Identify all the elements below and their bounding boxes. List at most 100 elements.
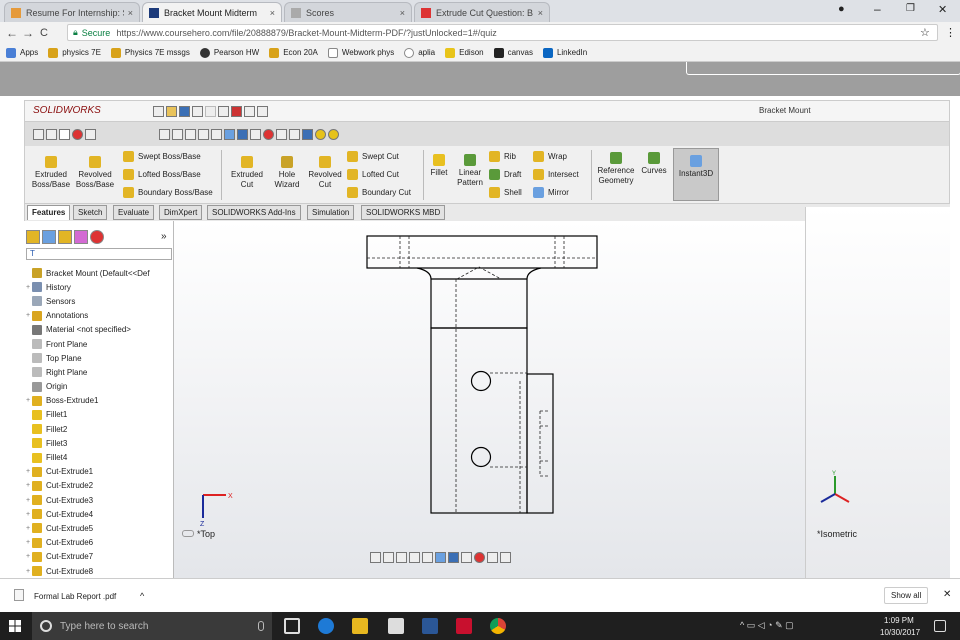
tree-item[interactable]: Origin	[26, 380, 172, 394]
taskbar-search-box[interactable]: Type here to search	[32, 612, 272, 640]
tree-item[interactable]: + Cut-Extrude5	[26, 521, 172, 535]
appearance-icon[interactable]	[474, 552, 485, 563]
rib-button[interactable]: Rib	[489, 151, 516, 162]
save-icon[interactable]	[179, 106, 190, 117]
clock-date[interactable]: 10/30/2017	[880, 628, 920, 637]
minimize-button[interactable]: –	[874, 2, 881, 16]
draft-button[interactable]: Draft	[489, 169, 521, 180]
bookmark-webwork[interactable]: Webwork phys	[327, 47, 394, 58]
hide-show-items-icon[interactable]	[461, 552, 472, 563]
browser-tab-extrude-cut[interactable]: Extrude Cut Question: B ×	[414, 2, 550, 22]
property-manager-tab-icon[interactable]	[42, 230, 56, 244]
mirror-button[interactable]: Mirror	[533, 187, 569, 198]
tree-item[interactable]: + Boss-Extrude1	[26, 394, 172, 408]
display-icon[interactable]	[33, 129, 44, 140]
bookmark-linkedin[interactable]: LinkedIn	[542, 47, 587, 58]
isometric-viewport[interactable]	[805, 207, 950, 578]
tab-close-icon[interactable]: ×	[400, 8, 405, 18]
tab-close-icon[interactable]: ×	[128, 8, 133, 18]
zoom-area-icon[interactable]	[383, 552, 394, 563]
tree-item[interactable]: + Cut-Extrude2	[26, 479, 172, 493]
list-icon[interactable]	[85, 129, 96, 140]
lofted-boss-button[interactable]: Lofted Boss/Base	[123, 169, 201, 180]
zoom-icon[interactable]	[159, 129, 170, 140]
linear-pattern-button[interactable]: Linear Pattern	[453, 154, 487, 188]
windows-start-icon[interactable]	[9, 620, 21, 632]
file-explorer-icon[interactable]	[352, 618, 368, 634]
tree-item[interactable]: Top Plane	[26, 351, 172, 365]
wrap-button[interactable]: Wrap	[533, 151, 567, 162]
browser-tab-bracket-mount[interactable]: Bracket Mount Midterm ×	[142, 2, 282, 22]
tree-item[interactable]: + History	[26, 280, 172, 294]
tab-close-icon[interactable]: ×	[270, 8, 275, 18]
dimxpert-tab-icon[interactable]	[74, 230, 88, 244]
bookmark-apps[interactable]: Apps	[6, 47, 38, 58]
tree-item[interactable]: + Cut-Extrude1	[26, 465, 172, 479]
back-button[interactable]: ←	[4, 26, 20, 40]
tree-item[interactable]: Front Plane	[26, 337, 172, 351]
print-icon[interactable]	[192, 106, 203, 117]
store-icon[interactable]	[388, 618, 404, 634]
tab-simulation[interactable]: Simulation	[307, 205, 355, 220]
reference-geometry-button[interactable]: Reference Geometry	[595, 152, 637, 186]
bookmark-pearson[interactable]: Pearson HW	[199, 47, 259, 58]
boundary-cut-button[interactable]: Boundary Cut	[347, 187, 411, 198]
shadows-icon[interactable]	[328, 129, 339, 140]
extruded-cut-button[interactable]: Extruded Cut	[227, 156, 267, 190]
shell-button[interactable]: Shell	[489, 187, 522, 198]
chrome-icon[interactable]	[490, 618, 506, 634]
hide-show-icon[interactable]	[250, 129, 261, 140]
view-icon[interactable]	[46, 129, 57, 140]
scene-icon[interactable]	[487, 552, 498, 563]
swept-boss-button[interactable]: Swept Boss/Base	[123, 151, 201, 162]
profile-icon[interactable]: ●	[838, 3, 845, 15]
bookmark-physics-msgs[interactable]: Physics 7E mssgs	[110, 47, 190, 58]
menu-kebab-icon[interactable]: ⋮	[945, 26, 956, 39]
tree-item[interactable]: + Cut-Extrude8	[26, 564, 172, 578]
section-view-icon[interactable]	[409, 552, 420, 563]
tree-item[interactable]: + Cut-Extrude3	[26, 493, 172, 507]
download-filename[interactable]: Formal Lab Report .pdf	[34, 592, 116, 601]
cube-icon[interactable]	[302, 129, 313, 140]
download-options-icon[interactable]: ^	[140, 591, 144, 601]
tree-item[interactable]: Sensors	[26, 294, 172, 308]
view-orientation-icon[interactable]	[224, 129, 235, 140]
forward-button[interactable]: →	[20, 26, 36, 40]
rebuild-icon[interactable]	[231, 106, 242, 117]
revolved-cut-button[interactable]: Revolved Cut	[307, 156, 343, 190]
browser-tab-scores[interactable]: Scores ×	[284, 2, 412, 22]
tab-addins[interactable]: SOLIDWORKS Add-Ins	[207, 205, 301, 220]
word-icon[interactable]	[422, 618, 438, 634]
boundary-boss-button[interactable]: Boundary Boss/Base	[123, 187, 213, 198]
tree-item[interactable]: Fillet2	[26, 422, 172, 436]
tree-item[interactable]: Fillet3	[26, 436, 172, 450]
tree-item[interactable]: + Cut-Extrude6	[26, 536, 172, 550]
close-download-bar-button[interactable]: ✕	[943, 589, 951, 600]
display-manager-tab-icon[interactable]	[90, 230, 104, 244]
view-link-icon[interactable]	[182, 530, 194, 537]
bookmark-edison[interactable]: Edison	[445, 47, 484, 58]
select-arrow-icon[interactable]	[59, 129, 70, 140]
file-properties-icon[interactable]	[244, 106, 255, 117]
undo-icon[interactable]	[205, 106, 216, 117]
view-settings-icon[interactable]	[500, 552, 511, 563]
display-style-icon[interactable]	[237, 129, 248, 140]
show-all-button[interactable]: Show all	[884, 587, 929, 604]
star-icon[interactable]: ☆	[920, 26, 930, 39]
tab-dimxpert[interactable]: DimXpert	[159, 205, 203, 220]
notifications-icon[interactable]	[934, 620, 946, 632]
bookmark-econ[interactable]: Econ 20A	[269, 47, 318, 58]
bookmark-physics-7e[interactable]: physics 7E	[48, 47, 101, 58]
browser-tab-resume[interactable]: Resume For Internship: S ×	[4, 2, 140, 22]
dynamic-annotation-icon[interactable]	[211, 129, 222, 140]
tab-evaluate[interactable]: Evaluate	[113, 205, 155, 220]
tree-item[interactable]: + Cut-Extrude7	[26, 550, 172, 564]
section-view-icon[interactable]	[198, 129, 209, 140]
tree-item[interactable]: Fillet4	[26, 450, 172, 464]
task-view-icon[interactable]	[284, 618, 300, 634]
tree-item[interactable]: Material <not specified>	[26, 323, 172, 337]
microphone-icon[interactable]	[258, 621, 264, 631]
tree-item[interactable]: + Cut-Extrude4	[26, 507, 172, 521]
dynamic-annotation-icon[interactable]	[422, 552, 433, 563]
clock-time[interactable]: 1:09 PM	[884, 616, 914, 625]
